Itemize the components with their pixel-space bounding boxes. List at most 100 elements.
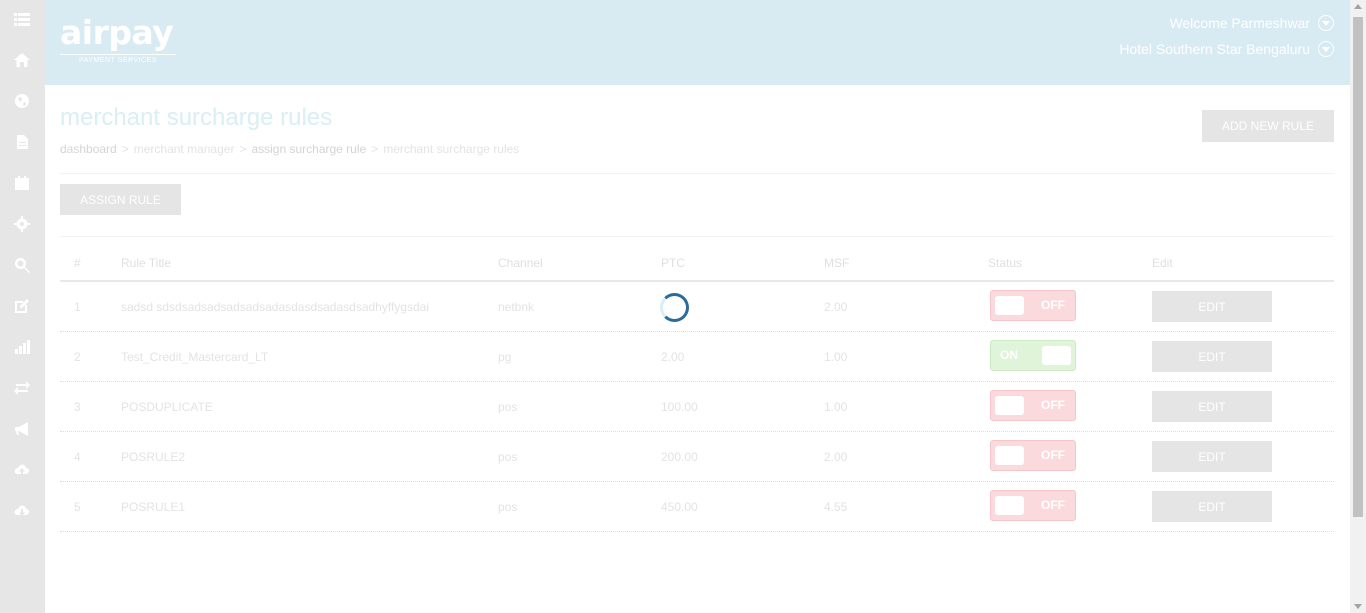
logo-text: airpay	[60, 13, 174, 52]
rule-msf: 2.00	[824, 450, 848, 464]
status-toggle[interactable]: OFF	[990, 390, 1076, 421]
table-row: 3 POSDUPLICATE pos 100.00 1.00 OFF EDIT	[60, 382, 1334, 432]
edit-button[interactable]: EDIT	[1152, 441, 1272, 472]
search-zoom-icon[interactable]	[13, 256, 31, 274]
rule-channel: netbnk	[498, 300, 535, 314]
home-icon[interactable]	[13, 51, 31, 69]
table-row: 1 sadsd sdsdsadsadsadsadsadasdasdsadasds…	[60, 282, 1334, 332]
sidebar	[0, 0, 45, 613]
scrollbar-thumb[interactable]	[1353, 17, 1363, 517]
gear-icon[interactable]	[13, 215, 31, 233]
bar-chart-icon[interactable]	[13, 338, 31, 356]
toggle-knob	[995, 296, 1024, 315]
breadcrumb: dashboard > merchant manager > assign su…	[60, 142, 519, 156]
app-root: airpay PAYMENT SERVICES Welcome Parmeshw…	[0, 0, 1366, 613]
breadcrumb-separator: >	[121, 142, 129, 156]
toggle-label: OFF	[1041, 298, 1065, 312]
rule-ptc: 200.00	[661, 450, 698, 464]
col-header-msf: MSF	[824, 256, 850, 270]
toggle-knob	[995, 496, 1024, 515]
row-number: 3	[74, 400, 81, 414]
breadcrumb-separator: >	[239, 142, 247, 156]
rule-ptc: 100.00	[661, 400, 698, 414]
rule-channel: pos	[498, 500, 518, 514]
breadcrumb-merchant-manager[interactable]: merchant manager	[134, 142, 235, 156]
status-toggle[interactable]: OFF	[990, 440, 1076, 471]
vertical-scrollbar[interactable]	[1350, 0, 1366, 613]
toggle-label: OFF	[1041, 498, 1065, 512]
status-toggle[interactable]: OFF	[990, 490, 1076, 521]
calendar-icon[interactable]	[13, 174, 31, 192]
rule-title: sadsd sdsdsadsadsadsadsadasdasdsadasdsad…	[121, 300, 429, 314]
col-header-channel: Channel	[498, 256, 543, 270]
refresh-icon[interactable]	[13, 379, 31, 397]
table-row: 5 POSRULE1 pos 450.00 4.55 OFF EDIT	[60, 482, 1334, 532]
rule-channel: pg	[498, 350, 512, 364]
toggle-knob	[995, 396, 1024, 415]
rule-msf: 1.00	[824, 350, 848, 364]
airpay-logo[interactable]: airpay PAYMENT SERVICES	[60, 14, 178, 68]
col-header-number: #	[74, 256, 81, 270]
edit-button[interactable]: EDIT	[1152, 391, 1272, 422]
chevron-down-icon[interactable]	[1318, 15, 1334, 31]
toggle-label: OFF	[1041, 448, 1065, 462]
hotel-name: Hotel Southern Star Bengaluru	[1119, 41, 1310, 57]
scroll-up-icon[interactable]	[1354, 4, 1362, 9]
loading-spinner-icon	[660, 293, 689, 322]
breadcrumb-dashboard[interactable]: dashboard	[60, 142, 117, 156]
toggle-knob	[1042, 346, 1071, 365]
col-header-edit: Edit	[1152, 256, 1173, 270]
row-number: 1	[74, 300, 81, 314]
edit-button[interactable]: EDIT	[1152, 291, 1272, 322]
rule-ptc: 2.00	[661, 350, 685, 364]
page-title: merchant surcharge rules	[60, 104, 333, 131]
rule-msf: 2.00	[824, 300, 848, 314]
megaphone-icon[interactable]	[13, 420, 31, 438]
divider	[60, 173, 1334, 174]
edit-icon[interactable]	[13, 297, 31, 315]
row-number: 2	[74, 350, 81, 364]
hotel-select-menu[interactable]: Hotel Southern Star Bengaluru	[1119, 41, 1334, 57]
rule-channel: pos	[498, 400, 518, 414]
logo-underline	[60, 54, 176, 55]
table-row: 4 POSRULE2 pos 200.00 2.00 OFF EDIT	[60, 432, 1334, 482]
toggle-label: OFF	[1041, 398, 1065, 412]
col-header-rule-title: Rule Title	[121, 256, 172, 270]
rule-title: Test_Credit_Mastercard_LT	[121, 350, 269, 364]
status-toggle[interactable]: OFF	[990, 290, 1076, 321]
col-header-ptc: PTC	[661, 256, 685, 270]
welcome-user-menu[interactable]: Welcome Parmeshwar	[1169, 15, 1334, 31]
rule-title: POSDUPLICATE	[121, 400, 213, 414]
breadcrumb-current: merchant surcharge rules	[383, 142, 520, 156]
welcome-text: Welcome Parmeshwar	[1169, 15, 1310, 31]
col-header-status: Status	[988, 256, 1023, 270]
add-new-rule-button[interactable]: ADD NEW RULE	[1202, 110, 1334, 142]
breadcrumb-separator: >	[371, 142, 379, 156]
chevron-down-icon[interactable]	[1318, 41, 1334, 57]
document-icon[interactable]	[13, 133, 31, 151]
logo-subtext: PAYMENT SERVICES	[79, 57, 157, 64]
assign-rule-button[interactable]: ASSIGN RULE	[60, 184, 181, 215]
breadcrumb-assign-surcharge-rule[interactable]: assign surcharge rule	[251, 142, 366, 156]
cloud-download-icon[interactable]	[13, 502, 31, 520]
scroll-down-icon[interactable]	[1354, 604, 1362, 609]
cloud-upload-icon[interactable]	[13, 461, 31, 479]
edit-button[interactable]: EDIT	[1152, 341, 1272, 372]
toggle-label: ON	[1000, 348, 1018, 362]
table-row: 2 Test_Credit_Mastercard_LT pg 2.00 1.00…	[60, 332, 1334, 382]
rule-ptc: 450.00	[661, 500, 698, 514]
status-toggle[interactable]: ON	[990, 340, 1076, 371]
rule-channel: pos	[498, 450, 518, 464]
rule-msf: 1.00	[824, 400, 848, 414]
rule-msf: 4.55	[824, 500, 848, 514]
globe-icon[interactable]	[13, 92, 31, 110]
rule-title: POSRULE1	[121, 500, 186, 514]
row-number: 4	[74, 450, 81, 464]
top-header: airpay PAYMENT SERVICES Welcome Parmeshw…	[45, 0, 1350, 85]
divider	[60, 236, 1334, 237]
edit-button[interactable]: EDIT	[1152, 491, 1272, 522]
rule-title: POSRULE2	[121, 450, 186, 464]
menu-icon[interactable]	[13, 10, 31, 28]
row-number: 5	[74, 500, 81, 514]
toggle-knob	[995, 446, 1024, 465]
